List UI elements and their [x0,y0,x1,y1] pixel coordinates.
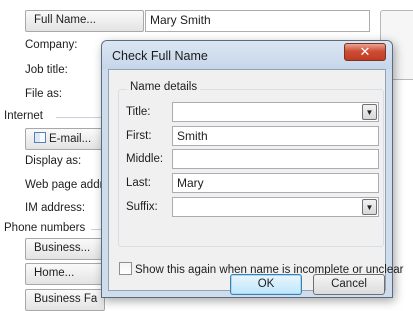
phone-section-divider [91,229,101,230]
business-fax-button[interactable]: Business Fa [25,289,105,311]
cancel-button-label: Cancel [331,278,367,290]
close-button[interactable]: ✕ [344,43,386,61]
full-name-button-label: Full Name... [34,14,96,26]
close-icon: ✕ [359,44,371,59]
title-label: Title: [126,106,151,118]
web-page-label: Web page addr [25,179,104,191]
last-name-value: Mary [177,176,204,190]
phone-section-label: Phone numbers [4,222,86,234]
business-phone-button-label: Business... [34,242,91,254]
business-fax-button-label: Business Fa [34,293,98,305]
suffix-dropdown-arrow[interactable]: ▼ [362,199,377,215]
email-button[interactable]: E-mail... [25,128,105,150]
ok-button-label: OK [257,278,275,290]
title-combobox[interactable]: ▼ [172,102,379,122]
business-phone-button[interactable]: Business... [25,238,105,260]
dialog-titlebar[interactable]: Check Full Name ✕ [102,41,392,69]
full-name-input[interactable]: Mary Smith [145,10,370,32]
first-name-input[interactable]: Smith [172,126,379,146]
dialog-title: Check Full Name [112,49,208,63]
last-name-input[interactable]: Mary [172,173,379,193]
suffix-combobox[interactable]: ▼ [172,197,379,217]
first-name-value: Smith [177,129,208,143]
middle-name-input[interactable] [172,149,379,169]
full-name-button[interactable]: Full Name... [25,10,144,32]
last-label: Last: [126,177,151,189]
full-name-value: Mary Smith [150,13,211,27]
cancel-button[interactable]: Cancel [313,274,385,295]
middle-label: Middle: [126,153,164,165]
company-label: Company: [25,39,78,51]
email-button-label: E-mail... [49,133,92,145]
home-phone-button-label: Home... [34,267,75,279]
chevron-down-icon: ▼ [365,203,374,212]
im-address-label: IM address: [25,202,86,214]
suffix-label: Suffix: [126,201,158,213]
dialog-body: Name details Title: ▼ First: Smith Middl… [108,69,403,295]
home-phone-button[interactable]: Home... [25,263,105,285]
title-dropdown-arrow[interactable]: ▼ [362,104,377,120]
internet-section-label: Internet [4,110,43,122]
first-label: First: [126,130,152,142]
job-title-label: Job title: [25,64,68,76]
display-as-label: Display as: [25,155,82,167]
chevron-down-icon: ▼ [365,108,374,117]
ok-button[interactable]: OK [230,274,302,295]
check-full-name-dialog: Check Full Name ✕ Name details Title: ▼ … [101,40,403,298]
internet-section-divider [56,117,101,118]
show-again-checkbox[interactable] [119,262,132,275]
file-as-label: File as: [25,88,63,100]
name-details-label: Name details [127,81,201,93]
address-card-icon [34,132,46,143]
